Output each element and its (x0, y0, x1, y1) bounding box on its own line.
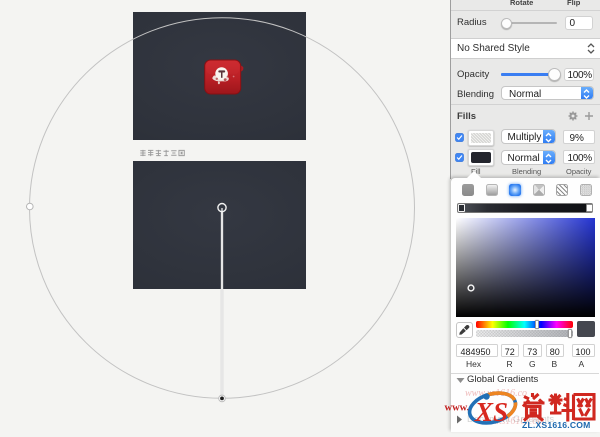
svg-text:ZL.XS1616.COM: ZL.XS1616.COM (522, 420, 591, 430)
svg-text:www.: www. (445, 403, 470, 414)
svg-text:XS: XS (474, 397, 508, 427)
